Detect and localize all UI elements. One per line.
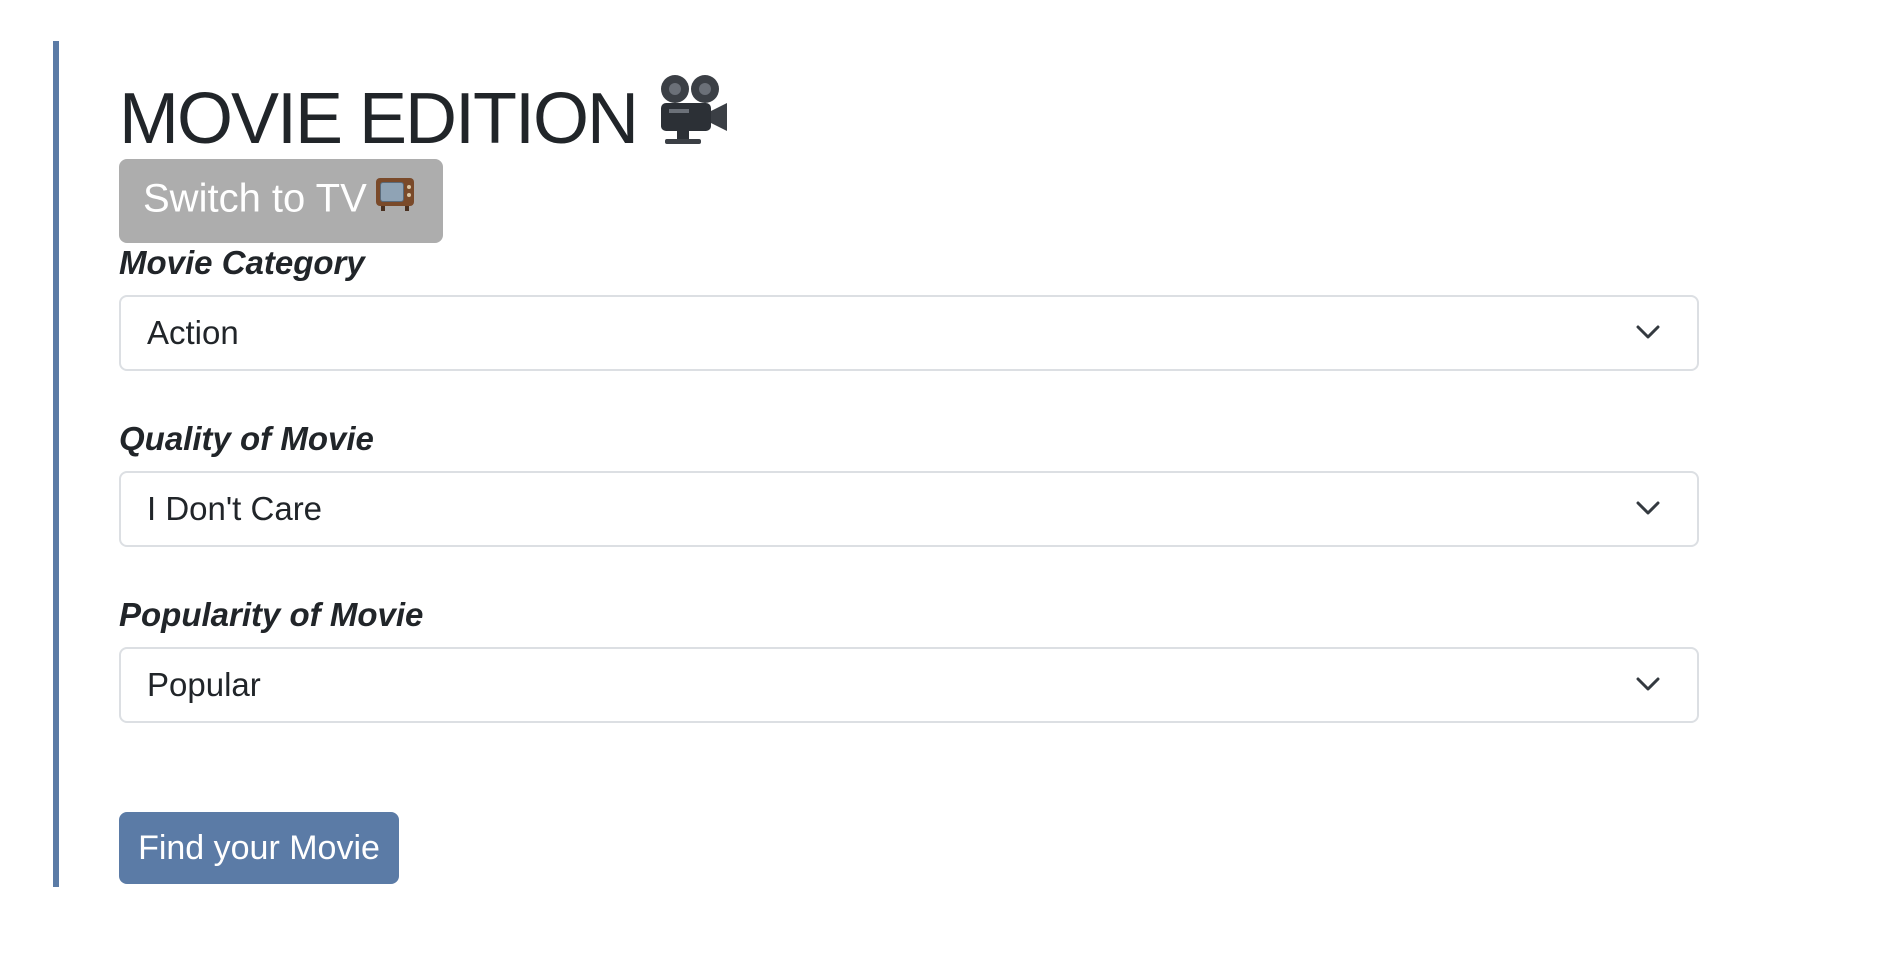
chevron-down-icon [1636, 677, 1660, 691]
find-your-movie-button[interactable]: Find your Movie [119, 812, 399, 884]
switch-to-tv-label: Switch to TV [143, 176, 367, 221]
chevron-down-icon [1636, 325, 1660, 339]
quality-of-movie-value: I Don't Care [147, 490, 323, 527]
popularity-of-movie-label: Popularity of Movie [119, 596, 424, 633]
page-title-text: MOVIE EDITION [119, 79, 639, 159]
switch-to-tv-button[interactable]: Switch to TV [119, 159, 443, 243]
page: MOVIE EDITION Switch to TV Movie Categor… [0, 0, 1882, 956]
movie-form-panel: MOVIE EDITION Switch to TV Movie Categor… [53, 41, 1709, 887]
popularity-of-movie-value: Popular [147, 666, 261, 703]
quality-of-movie-label: Quality of Movie [119, 420, 374, 457]
movie-category-label: Movie Category [119, 244, 365, 281]
popularity-of-movie-select[interactable]: Popular [119, 647, 1699, 723]
movie-category-select[interactable]: Action [119, 295, 1699, 371]
quality-of-movie-select[interactable]: I Don't Care [119, 471, 1699, 547]
chevron-down-icon [1636, 501, 1660, 515]
page-title: MOVIE EDITION [119, 74, 729, 170]
movie-camera-icon [651, 73, 729, 166]
movie-category-value: Action [147, 314, 239, 351]
television-icon [375, 173, 415, 223]
